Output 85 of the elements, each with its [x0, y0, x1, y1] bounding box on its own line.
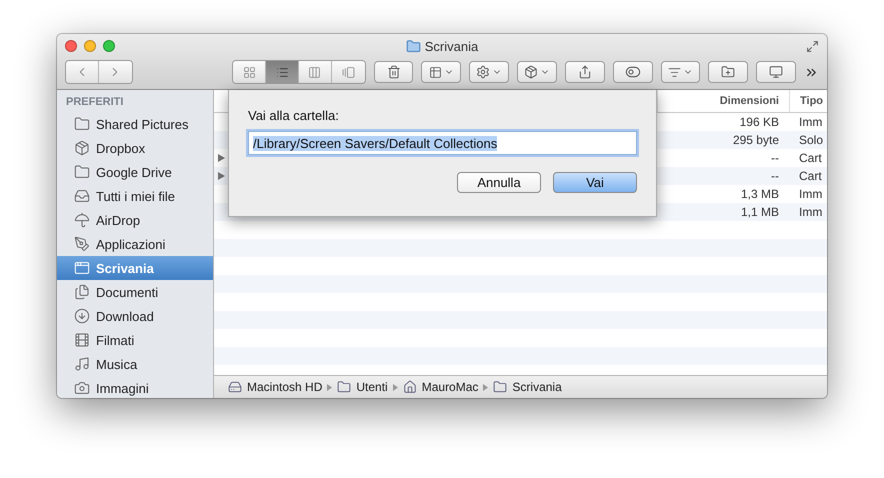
cancel-button[interactable]: Annulla	[457, 172, 541, 193]
path-item[interactable]: MauroMac	[422, 380, 478, 394]
sidebar-item[interactable]: Shared Pictures	[57, 112, 213, 136]
tag-button[interactable]	[612, 61, 653, 83]
fullscreen-icon[interactable]	[806, 40, 819, 52]
sidebar-item[interactable]: Applicazioni	[57, 232, 213, 256]
box-icon	[524, 65, 538, 79]
table-cell-text: 295 byte	[732, 133, 780, 147]
separator-arrow-icon	[327, 384, 332, 390]
disclosure-triangle-icon[interactable]	[218, 154, 225, 162]
table-cell-text: 1,1 MB	[740, 205, 780, 219]
table-cell-text: 196 KB	[738, 115, 780, 129]
table-cell-text: 1,3 MB	[740, 187, 780, 201]
connect-button[interactable]	[756, 61, 796, 83]
folder-icon	[337, 380, 352, 394]
gallery-icon	[342, 66, 355, 78]
close-button[interactable]	[65, 40, 77, 52]
table-cell-text: Imm	[798, 205, 824, 219]
table-cell-text: Imm	[798, 187, 824, 201]
table-cell-text: Cart	[798, 169, 823, 183]
separator-arrow-icon	[392, 384, 398, 390]
share-icon	[578, 65, 592, 79]
table-cell-text: --	[770, 169, 780, 183]
sidebar-item[interactable]: AirDrop	[57, 208, 213, 232]
sidebar-item[interactable]: Immagini	[57, 376, 213, 398]
new-folder-button[interactable]	[708, 61, 748, 83]
confirm-button[interactable]: Vai	[553, 172, 637, 193]
table-cell-text: Cart	[798, 151, 823, 165]
path-item[interactable]: Scrivania	[512, 380, 562, 394]
folder-icon	[493, 380, 508, 394]
action-button[interactable]	[469, 61, 510, 83]
sidebar-heading: PREFERITI	[65, 96, 124, 110]
sidebar-item[interactable]: Musica	[57, 352, 213, 376]
new-folder-icon	[721, 65, 736, 79]
download-icon	[74, 308, 90, 324]
cover-flow-button[interactable]	[332, 61, 365, 83]
column-view-button[interactable]	[298, 61, 332, 83]
sidebar-item[interactable]: Tutti i miei file	[57, 184, 213, 208]
disclosure-triangle-icon[interactable]	[218, 172, 225, 180]
box-icon	[74, 140, 90, 156]
table-cell-text: --	[770, 151, 780, 165]
list-view-button[interactable]	[266, 61, 299, 83]
gear-icon	[476, 65, 490, 79]
window-icon	[74, 260, 90, 276]
sort-button[interactable]	[660, 61, 700, 83]
folder-icon	[74, 116, 90, 132]
sidebar-item[interactable]: Documenti	[57, 280, 213, 304]
tray-icon	[74, 188, 90, 204]
list-icon	[668, 66, 682, 78]
parachute-icon	[74, 212, 90, 228]
minimize-button[interactable]	[84, 40, 96, 52]
arrange-button[interactable]	[421, 61, 462, 83]
delete-button[interactable]	[374, 61, 414, 83]
pen-icon	[74, 236, 90, 252]
trash-icon	[386, 65, 401, 79]
path-item[interactable]: Utenti	[356, 380, 388, 394]
columns-icon	[308, 66, 322, 78]
monitor-icon	[769, 65, 784, 79]
folder-path-field[interactable]: /Library/Screen Savers/Default Collections	[248, 131, 637, 155]
dropbox-button[interactable]	[517, 61, 557, 83]
column-heading[interactable]: Tipo	[789, 90, 827, 112]
separator-arrow-icon	[483, 384, 488, 390]
documents-icon	[74, 284, 90, 300]
zoom-button[interactable]	[103, 40, 115, 52]
sidebar-item[interactable]: Filmati	[57, 328, 213, 352]
toggle-icon	[624, 64, 641, 80]
share-button[interactable]	[564, 61, 605, 83]
icon-view-button[interactable]	[233, 61, 266, 83]
table-cell-text: Solo	[798, 133, 824, 147]
house-icon	[402, 380, 417, 394]
dialog-label: Vai alla cartella:	[248, 108, 340, 123]
film-icon	[74, 332, 90, 348]
folder-icon	[406, 38, 421, 54]
folder-icon	[74, 164, 90, 180]
window-title: Scrivania	[424, 38, 478, 54]
grid-icon	[242, 66, 256, 78]
sidebar-item[interactable]: Dropbox	[57, 136, 213, 160]
music-icon	[74, 356, 90, 372]
drive-icon	[228, 380, 242, 394]
sidebar-item[interactable]: Google Drive	[57, 160, 213, 184]
sidebar-item[interactable]: Download	[57, 304, 213, 328]
camera-icon	[74, 380, 90, 396]
grid-icon	[428, 66, 442, 78]
path-item[interactable]: Macintosh HD	[247, 380, 322, 394]
table-cell-text: Imm	[798, 115, 824, 129]
